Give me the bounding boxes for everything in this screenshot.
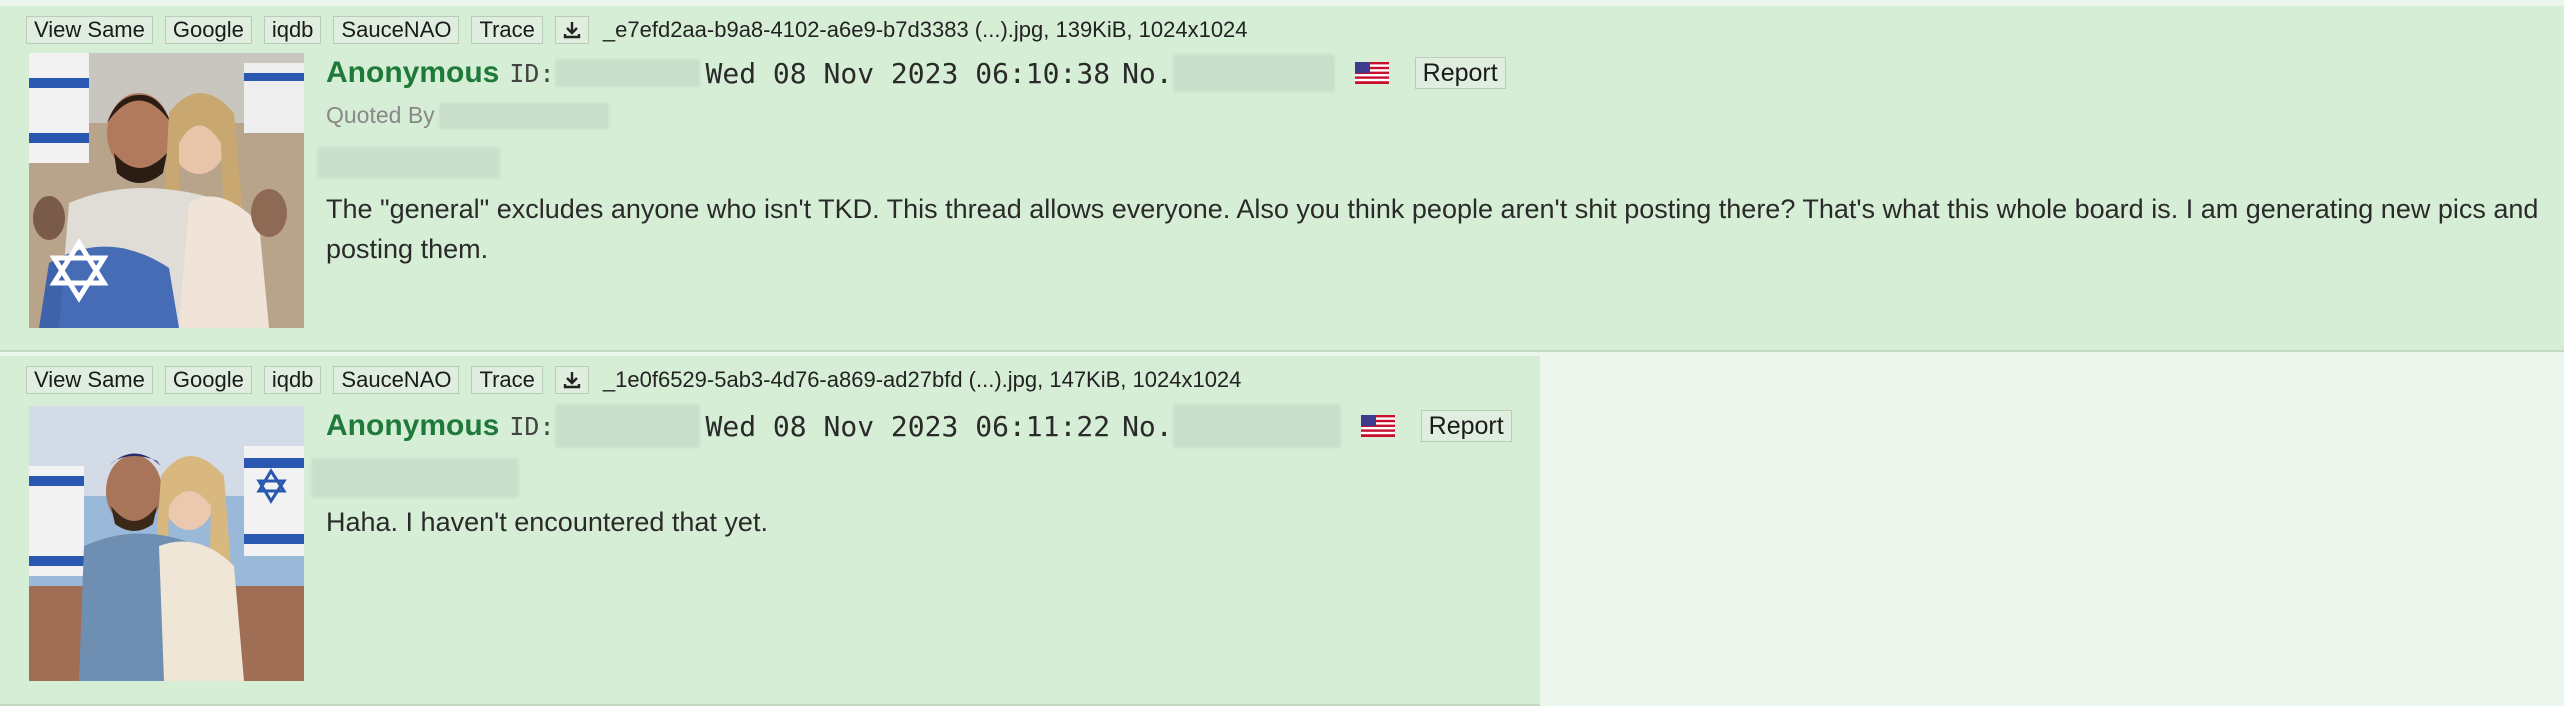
post-image-thumbnail[interactable] — [29, 53, 304, 328]
poster-name: Anonymous — [326, 409, 500, 442]
poster-id-label: ID: — [509, 58, 555, 88]
file-bar: View Same Google iqdb SauceNAO Trace _e7… — [26, 15, 1248, 45]
post-number-redacted[interactable] — [1172, 404, 1341, 448]
quoted-by: Quoted By — [326, 102, 609, 129]
us-flag-icon — [1354, 62, 1389, 84]
trace-button[interactable]: Trace — [471, 366, 543, 394]
poster-name: Anonymous — [326, 56, 500, 89]
poster-id-redacted — [554, 59, 700, 87]
download-icon — [563, 372, 581, 389]
poster-id-label: ID: — [509, 411, 555, 441]
google-button[interactable]: Google — [164, 16, 252, 44]
post-header: Anonymous ID: Wed 08 Nov 2023 06:10:38 N… — [326, 53, 1506, 93]
view-same-button[interactable]: View Same — [26, 366, 153, 394]
quote-link-redacted[interactable] — [317, 147, 500, 179]
iqdb-button[interactable]: iqdb — [263, 16, 322, 44]
post-header: Anonymous ID: Wed 08 Nov 2023 06:11:22 N… — [326, 404, 1512, 448]
file-bar: View Same Google iqdb SauceNAO Trace _1e… — [26, 365, 1241, 395]
file-info-link[interactable]: _1e0f6529-5ab3-4d76-a869-ad27bfd (...).j… — [603, 367, 1242, 393]
post-reply: View Same Google iqdb SauceNAO Trace _e7… — [0, 6, 2564, 352]
trace-button[interactable]: Trace — [471, 16, 543, 44]
download-button[interactable] — [554, 16, 589, 44]
post-number-redacted[interactable] — [1172, 54, 1335, 92]
post-number-link[interactable]: No. — [1122, 410, 1173, 443]
saucenao-button[interactable]: SauceNAO — [333, 16, 460, 44]
post-reply: View Same Google iqdb SauceNAO Trace _1e… — [0, 356, 1540, 706]
file-info-link[interactable]: _e7efd2aa-b9a8-4102-a6e9-b7d3383 (...).j… — [603, 17, 1248, 43]
poster-id-redacted — [554, 404, 700, 448]
quoted-by-link-redacted[interactable] — [438, 102, 609, 129]
quote-link-redacted[interactable] — [311, 458, 519, 498]
download-icon — [563, 22, 581, 39]
download-button[interactable] — [554, 366, 589, 394]
iqdb-button[interactable]: iqdb — [263, 366, 322, 394]
post-date: Wed 08 Nov 2023 06:10:38 — [705, 56, 1111, 90]
us-flag-icon — [1360, 415, 1395, 437]
post-number-link[interactable]: No. — [1122, 57, 1173, 90]
google-button[interactable]: Google — [164, 366, 252, 394]
saucenao-button[interactable]: SauceNAO — [333, 366, 460, 394]
quoted-by-label: Quoted By — [326, 102, 435, 128]
post-date: Wed 08 Nov 2023 06:11:22 — [705, 409, 1111, 443]
report-button[interactable]: Report — [1414, 57, 1506, 89]
post-comment: The "general" excludes anyone who isn't … — [326, 194, 2539, 264]
post-comment: Haha. I haven't encountered that yet. — [326, 507, 768, 537]
post-image-thumbnail[interactable] — [29, 406, 304, 681]
report-button[interactable]: Report — [1420, 410, 1512, 442]
view-same-button[interactable]: View Same — [26, 16, 153, 44]
